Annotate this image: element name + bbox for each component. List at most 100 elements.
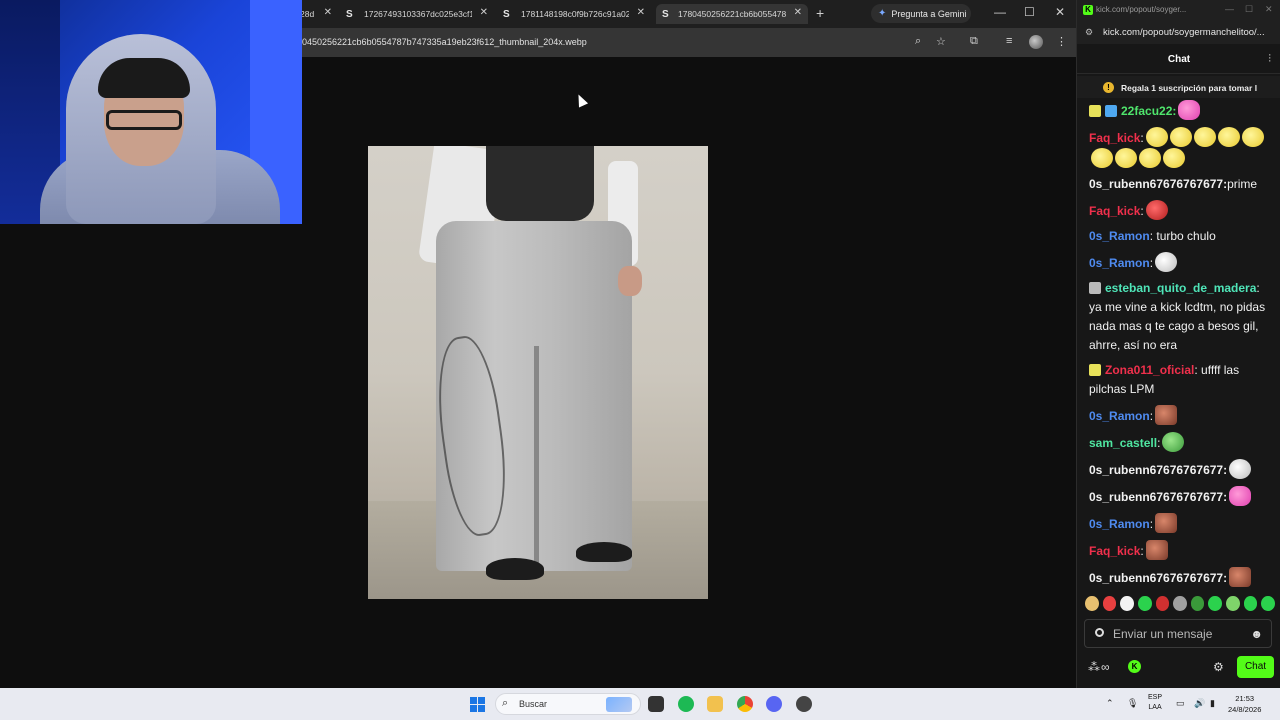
emoji-picker-icon[interactable]: ☻ bbox=[1250, 627, 1263, 641]
chat-features-icon[interactable]: ⁂ bbox=[1088, 660, 1100, 674]
chat-emote-icon bbox=[1139, 148, 1161, 168]
webcam-glasses bbox=[106, 110, 182, 130]
address-bar-url[interactable]: 0450256221cb6b0554787b747335a19eb23f612_… bbox=[302, 37, 587, 47]
taskbar-search-label: Buscar bbox=[519, 699, 548, 709]
zoom-icon[interactable]: ⌕ bbox=[915, 35, 921, 48]
tab-4-close-icon[interactable]: ✕ bbox=[794, 7, 802, 18]
site-info-icon[interactable]: ⚙ bbox=[1085, 27, 1093, 38]
quick-emote-9[interactable] bbox=[1226, 596, 1240, 611]
quick-emote-2[interactable] bbox=[1102, 596, 1117, 611]
chat-message-text: : bbox=[1157, 436, 1161, 450]
chat-username[interactable]: 0s_rubenn67676767677: bbox=[1089, 490, 1227, 504]
tab-2[interactable]: S 17267493103367dc025e3cf1f5 ✕ bbox=[346, 4, 492, 24]
chat-address-url[interactable]: kick.com/popout/soygermanchelitoo/... bbox=[1103, 27, 1265, 38]
quick-emote-11[interactable] bbox=[1261, 596, 1276, 611]
more-menu-icon[interactable]: ⋮ bbox=[1056, 35, 1067, 48]
chat-username[interactable]: Faq_kick bbox=[1089, 204, 1140, 218]
chat-message: 0s_Ramon: turbo chulo bbox=[1089, 227, 1275, 246]
taskbar-chrome-icon[interactable] bbox=[737, 696, 753, 712]
chat-emote-icon bbox=[1241, 127, 1264, 147]
tray-language[interactable]: ESP LAA bbox=[1148, 693, 1162, 713]
tray-battery-icon[interactable]: ▮ bbox=[1210, 698, 1215, 709]
chat-messages-list[interactable]: 22facu22: Faq_kick: 0s_rubenn67676767677:p… bbox=[1089, 100, 1275, 590]
photo-pants-seam bbox=[534, 346, 539, 571]
tray-volume-icon[interactable]: 🔊 bbox=[1194, 698, 1205, 709]
chat-message: sam_castell: bbox=[1089, 432, 1275, 453]
windows-start-icon[interactable] bbox=[470, 697, 485, 712]
taskbar-search[interactable]: ⌕ Buscar bbox=[495, 693, 641, 715]
tray-microphone-icon[interactable]: 🎙 bbox=[1127, 698, 1138, 709]
chat-username[interactable]: 0s_rubenn67676767677: bbox=[1089, 177, 1227, 191]
chat-username[interactable]: 0s_Ramon bbox=[1089, 409, 1150, 423]
close-window-icon[interactable]: ✕ bbox=[1055, 5, 1065, 19]
chat-message-text: : bbox=[1140, 204, 1144, 218]
chat-username[interactable]: Zona011_oficial bbox=[1105, 363, 1194, 377]
quick-emotes-row[interactable] bbox=[1085, 596, 1276, 614]
taskbar-file-explorer-icon[interactable] bbox=[707, 696, 723, 712]
chat-users-icon[interactable]: ⫶ bbox=[1268, 53, 1271, 66]
profile-avatar[interactable] bbox=[1029, 35, 1043, 49]
media-control-icon[interactable]: ≡ bbox=[1006, 35, 1012, 47]
tab-1-close-icon[interactable]: ✕ bbox=[324, 7, 332, 18]
tray-network-icon[interactable]: ▭ bbox=[1176, 698, 1185, 709]
chat-username[interactable]: Faq_kick bbox=[1089, 544, 1140, 558]
tab-2-close-icon[interactable]: ✕ bbox=[480, 7, 488, 18]
quick-emote-4[interactable] bbox=[1137, 596, 1152, 611]
chat-maximize-icon[interactable]: ☐ bbox=[1245, 4, 1253, 15]
infinity-icon[interactable]: ∞ bbox=[1101, 660, 1110, 674]
gemini-button[interactable]: ✦ Pregunta a Gemini bbox=[871, 4, 971, 23]
extensions-icon[interactable]: ⧉ bbox=[970, 35, 978, 48]
quick-emote-6[interactable] bbox=[1173, 596, 1187, 611]
chat-username[interactable]: Faq_kick bbox=[1089, 131, 1140, 145]
quick-emote-7[interactable] bbox=[1190, 596, 1205, 611]
tab-2-favicon-icon: S bbox=[346, 8, 353, 20]
chat-minimize-icon[interactable]: — bbox=[1225, 4, 1234, 14]
send-chat-button[interactable]: Chat bbox=[1237, 656, 1274, 678]
quick-emote-3[interactable] bbox=[1120, 596, 1134, 611]
quick-emote-5[interactable] bbox=[1155, 596, 1170, 611]
chat-close-icon[interactable]: ✕ bbox=[1265, 4, 1273, 15]
chat-input-status-icon bbox=[1095, 628, 1104, 637]
taskbar-app-terminal-icon[interactable] bbox=[648, 696, 664, 712]
chat-message-text: : bbox=[1149, 517, 1154, 531]
chat-message-input[interactable] bbox=[1113, 626, 1243, 642]
taskbar-discord-icon[interactable] bbox=[766, 696, 782, 712]
chat-message: 0s_Ramon: bbox=[1089, 252, 1275, 273]
chat-settings-gear-icon[interactable]: ⚙ bbox=[1213, 660, 1224, 674]
quick-emote-1[interactable] bbox=[1085, 596, 1099, 611]
pinned-text: Regala 1 suscripción para tomar l bbox=[1121, 83, 1258, 93]
taskbar-obs-icon[interactable] bbox=[796, 696, 812, 712]
tab-1-title: 28d bbox=[300, 9, 314, 19]
quick-emote-8[interactable] bbox=[1208, 596, 1223, 611]
pinned-gift-banner[interactable]: ! Regala 1 suscripción para tomar l bbox=[1077, 76, 1280, 98]
chat-message: Faq_kick: bbox=[1089, 200, 1275, 221]
gemini-spark-icon: ✦ bbox=[878, 8, 887, 19]
chat-username[interactable]: 0s_Ramon bbox=[1089, 517, 1150, 531]
maximize-icon[interactable]: ☐ bbox=[1024, 5, 1035, 19]
chat-input-box[interactable]: ☻ bbox=[1084, 619, 1272, 648]
bookmark-star-icon[interactable]: ☆ bbox=[936, 35, 946, 48]
quick-emote-10[interactable] bbox=[1243, 596, 1258, 611]
chat-message: 0s_rubenn67676767677: bbox=[1089, 459, 1275, 480]
taskbar-clock[interactable]: 21:53 24/8/2026 bbox=[1228, 693, 1261, 715]
chat-username[interactable]: 22facu22: bbox=[1121, 104, 1176, 118]
chat-emote-icon bbox=[1163, 148, 1185, 168]
tab-4-active[interactable]: S 1780450256221cb6b0554787b ✕ bbox=[656, 4, 808, 24]
kick-chat-window: K kick.com/popout/soyger... — ☐ ✕ ⚙ kick… bbox=[1076, 0, 1280, 688]
new-tab-button[interactable]: + bbox=[816, 5, 824, 21]
chat-username[interactable]: sam_castell bbox=[1089, 436, 1157, 450]
tab-3[interactable]: S 1781148198c0f9b726c91a02d ✕ bbox=[503, 4, 649, 24]
kick-points-button[interactable]: K bbox=[1128, 660, 1141, 673]
chat-username[interactable]: 0s_Ramon bbox=[1089, 256, 1150, 270]
tab-3-close-icon[interactable]: ✕ bbox=[637, 7, 645, 18]
minimize-icon[interactable]: — bbox=[994, 5, 1006, 19]
chat-username[interactable]: 0s_Ramon bbox=[1089, 229, 1150, 243]
chat-username[interactable]: 0s_rubenn67676767677: bbox=[1089, 571, 1227, 585]
tab-1[interactable]: 28d ✕ bbox=[300, 4, 340, 24]
gemini-label: Pregunta a Gemini bbox=[891, 8, 967, 19]
tray-chevron-up-icon[interactable]: ⌃ bbox=[1106, 698, 1114, 709]
taskbar-spotify-icon[interactable] bbox=[678, 696, 694, 712]
chat-username[interactable]: 0s_rubenn67676767677: bbox=[1089, 463, 1227, 477]
chat-username[interactable]: esteban_quito_de_madera bbox=[1105, 281, 1256, 295]
webcam-overlay bbox=[0, 0, 302, 224]
